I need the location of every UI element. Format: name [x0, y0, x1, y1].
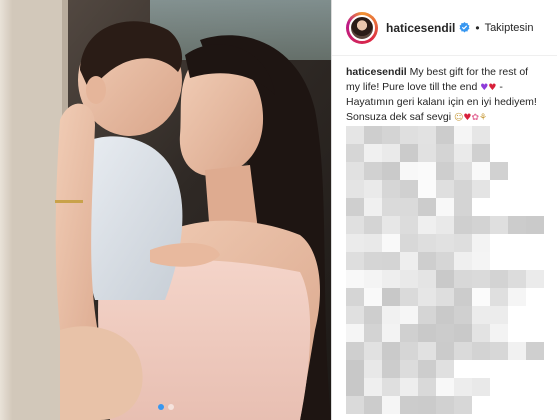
verified-badge-icon — [459, 22, 470, 33]
avatar[interactable] — [346, 11, 378, 44]
post-side-panel: haticesendil • Takiptesin haticesendil M… — [331, 0, 557, 420]
username-link[interactable]: haticesendil — [386, 21, 455, 35]
following-button[interactable]: Takiptesin — [485, 22, 534, 34]
caption-username[interactable]: haticesendil — [346, 66, 407, 78]
red-heart-emoji-icon: ♥ — [488, 82, 497, 93]
blurred-comments — [346, 126, 557, 414]
photo-image — [0, 0, 331, 420]
carousel-dot — [167, 404, 174, 410]
post-header: haticesendil • Takiptesin — [332, 0, 557, 56]
carousel-indicator — [0, 404, 331, 410]
carousel-dot-active — [157, 404, 164, 410]
flower-emoji-icon: ✿ — [471, 112, 479, 123]
post-caption: haticesendil My best gift for the rest o… — [332, 56, 557, 125]
bouquet-emoji-icon: ⚘ — [479, 112, 488, 123]
avatar-image — [349, 14, 375, 41]
smile-emoji-icon: ☺ — [453, 112, 464, 123]
header-separator: • — [475, 20, 480, 35]
pixelated-comments-image — [346, 126, 544, 414]
post-photo[interactable] — [0, 0, 331, 420]
